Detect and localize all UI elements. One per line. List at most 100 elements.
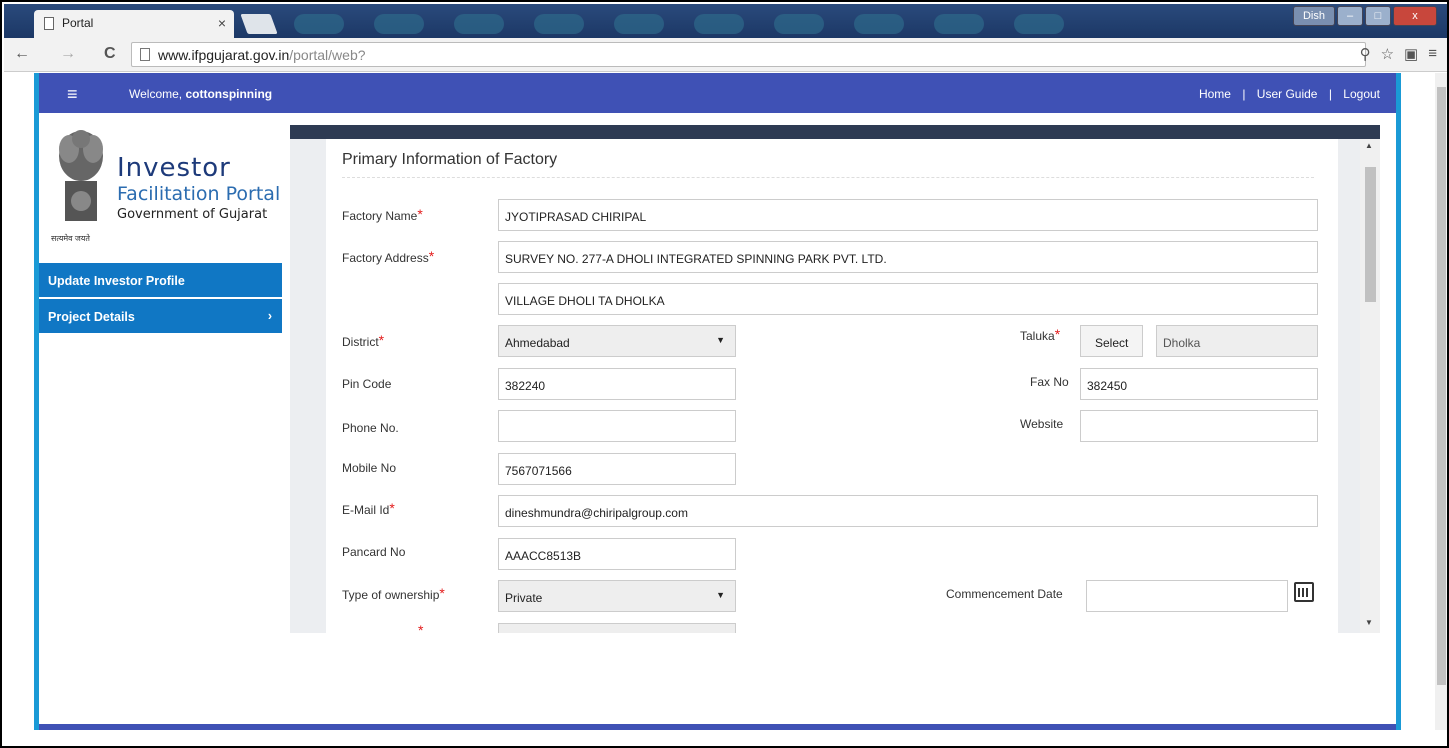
dropdown-arrow-icon: ▼	[716, 590, 725, 600]
district-label: District*	[342, 332, 385, 349]
browser-tab[interactable]: Portal ×	[34, 10, 234, 38]
portal-header: ≡ Welcome, cottonspinning Home | User Gu…	[39, 73, 1396, 113]
web-page: ≡ Welcome, cottonspinning Home | User Gu…	[34, 73, 1401, 730]
logout-link[interactable]: Logout	[1343, 87, 1380, 101]
fax-no-label: Fax No	[1030, 375, 1069, 389]
hamburger-menu-icon[interactable]: ≡	[67, 84, 78, 105]
tab-title: Portal	[62, 16, 94, 30]
maximize-button[interactable]: □	[1365, 6, 1391, 26]
forward-button[interactable]: →	[60, 45, 76, 63]
website-field[interactable]	[1080, 410, 1318, 442]
background-tab[interactable]	[774, 14, 824, 34]
background-tab[interactable]	[294, 14, 344, 34]
address-bar: ← → C www.ifpgujarat.gov.in/portal/web? …	[4, 38, 1447, 72]
email-label: E-Mail Id*	[342, 500, 395, 517]
email-field[interactable]: dineshmundra@chiripalgroup.com	[498, 495, 1318, 527]
district-value: Ahmedabad	[505, 336, 570, 350]
background-tab[interactable]	[534, 14, 584, 34]
sidebar-nav: Update Investor Profile Project Details …	[39, 263, 282, 335]
taluka-label: Taluka*	[1020, 326, 1061, 343]
sidebar-item-update-investor-profile[interactable]: Update Investor Profile	[39, 263, 282, 299]
back-button[interactable]: ←	[14, 45, 30, 63]
browser-tab-bar: Portal × Dish – □ x	[4, 4, 1447, 38]
sidebar-item-label: Project Details	[48, 310, 135, 324]
factory-form: Primary Information of Factory Factory N…	[326, 139, 1338, 633]
reload-button[interactable]: C	[104, 45, 116, 63]
top-links: Home | User Guide | Logout	[1195, 87, 1384, 101]
window-controls: Dish – □ x	[1293, 6, 1437, 26]
taluka-select-button[interactable]: Select	[1080, 325, 1144, 357]
mobile-no-field[interactable]: 7567071566	[498, 453, 736, 485]
scroll-down-icon[interactable]: ▼	[1365, 618, 1373, 627]
district-select[interactable]: Ahmedabad ▼	[498, 325, 736, 357]
star-icon[interactable]: ☆	[1381, 45, 1394, 63]
minimize-button[interactable]: –	[1337, 6, 1363, 26]
background-tab[interactable]	[934, 14, 984, 34]
new-tab-button[interactable]	[240, 14, 278, 34]
background-tab[interactable]	[374, 14, 424, 34]
page-footer-bar	[39, 724, 1396, 730]
page-icon	[140, 48, 150, 61]
scroll-up-icon[interactable]: ▲	[1365, 141, 1373, 150]
website-label: Website	[1020, 417, 1064, 431]
sidebar-item-label: Update Investor Profile	[48, 274, 185, 288]
menu-icon[interactable]: ≡	[1428, 45, 1437, 63]
phone-no-label: Phone No.	[342, 421, 399, 435]
chevron-right-icon: ›	[267, 309, 272, 323]
factory-name-field[interactable]: JYOTIPRASAD CHIRIPAL	[498, 199, 1318, 231]
background-tab[interactable]	[454, 14, 504, 34]
commencement-date-label: Commencement Date	[946, 587, 1063, 601]
background-tab[interactable]	[614, 14, 664, 34]
background-tab[interactable]	[1014, 14, 1064, 34]
state-emblem-icon	[59, 130, 103, 221]
scroll-thumb[interactable]	[1365, 167, 1376, 302]
pin-code-label: Pin Code	[342, 377, 392, 391]
link-separator: |	[1242, 87, 1246, 101]
url-host: www.ifpgujarat.gov.in	[158, 47, 290, 63]
taluka-field[interactable]: Dholka	[1156, 325, 1318, 357]
logo-motto: सत्यमेव जयते	[51, 234, 90, 243]
background-tab[interactable]	[854, 14, 904, 34]
ownership-label: Type of ownership*	[342, 585, 445, 602]
page-scroll-thumb[interactable]	[1437, 87, 1446, 685]
pancard-label: Pancard No	[342, 545, 406, 559]
welcome-label: Welcome,	[129, 87, 183, 101]
close-window-button[interactable]: x	[1393, 6, 1437, 26]
sidebar-item-project-details[interactable]: Project Details ›	[39, 299, 282, 335]
logo-title: Investor	[117, 153, 231, 183]
content-top-bar	[290, 125, 1380, 139]
pin-code-field[interactable]: 382240	[498, 368, 736, 400]
profile-chip[interactable]: Dish	[1293, 6, 1335, 26]
home-link[interactable]: Home	[1199, 87, 1231, 101]
commencement-date-field[interactable]	[1086, 580, 1288, 612]
form-scrollbar[interactable]: ▲ ▼	[1360, 139, 1380, 633]
page-icon	[44, 17, 54, 30]
background-tab[interactable]	[694, 14, 744, 34]
portal-logo: Investor Facilitation Portal Government …	[47, 121, 287, 251]
link-separator: |	[1328, 87, 1332, 101]
factory-address-line1-field[interactable]: SURVEY NO. 277-A DHOLI INTEGRATED SPINNI…	[498, 241, 1318, 273]
calendar-icon[interactable]	[1294, 582, 1314, 602]
url-input[interactable]: www.ifpgujarat.gov.in/portal/web?	[131, 42, 1366, 67]
url-path: /portal/web?	[289, 47, 366, 63]
username: cottonspinning	[185, 87, 273, 101]
section-divider	[342, 177, 1314, 178]
ownership-select[interactable]: Private ▼	[498, 580, 736, 612]
ownership-value: Private	[505, 591, 543, 605]
extension-icon[interactable]: ▣	[1404, 45, 1418, 63]
key-icon[interactable]: ⚲	[1360, 45, 1371, 63]
factory-address-line2-field[interactable]: VILLAGE DHOLI TA DHOLKA	[498, 283, 1318, 315]
next-select[interactable]	[498, 623, 736, 633]
form-container: Primary Information of Factory Factory N…	[290, 139, 1380, 633]
close-tab-icon[interactable]: ×	[218, 15, 226, 31]
phone-no-field[interactable]	[498, 410, 736, 442]
page-scrollbar[interactable]	[1435, 73, 1447, 730]
pancard-field[interactable]: AAACC8513B	[498, 538, 736, 570]
screen-frame: Portal × Dish – □ x ← → C www.ifpgujarat…	[0, 0, 1449, 748]
logo-government: Government of Gujarat	[117, 207, 268, 222]
next-field-required-mark: *	[418, 622, 424, 633]
fax-no-field[interactable]: 382450	[1080, 368, 1318, 400]
welcome-text: Welcome, cottonspinning	[129, 87, 272, 101]
logo-subtitle: Facilitation Portal	[117, 183, 281, 205]
user-guide-link[interactable]: User Guide	[1257, 87, 1318, 101]
